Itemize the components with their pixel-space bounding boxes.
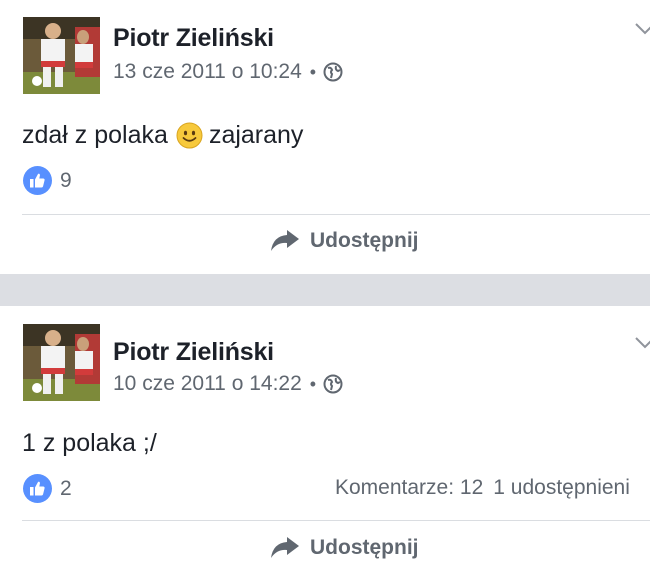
divider	[22, 520, 650, 521]
post-text-start: 1 z polaka ;/	[22, 429, 157, 457]
chevron-down-icon[interactable]	[634, 22, 650, 36]
post-text: 1 z polaka ;/	[22, 429, 157, 458]
reactions-summary[interactable]: 9	[23, 166, 72, 195]
share-button[interactable]: Udostępnij	[270, 229, 419, 253]
avatar[interactable]	[23, 324, 100, 401]
post-card: Piotr Zieliński 13 cze 2011 o 10:24 • zd…	[0, 0, 650, 274]
globe-icon	[323, 374, 343, 394]
share-count-link[interactable]: 1 udostępnieni	[493, 476, 630, 499]
author-name[interactable]: Piotr Zieliński	[113, 338, 274, 367]
feed-separator	[0, 274, 650, 306]
author-name[interactable]: Piotr Zieliński	[113, 24, 274, 53]
divider	[22, 214, 650, 215]
post-meta: 13 cze 2011 o 10:24 •	[113, 60, 343, 84]
post-text-end: zajarany	[208, 121, 304, 149]
share-arrow-icon	[271, 230, 299, 251]
share-arrow-icon	[271, 537, 299, 558]
comment-count-link[interactable]: Komentarze: 12	[335, 476, 483, 499]
reactions-summary[interactable]: 2	[23, 474, 72, 503]
post-timestamp[interactable]: 10 cze 2011 o 14:22	[113, 372, 302, 396]
avatar[interactable]	[23, 17, 100, 94]
share-label: Udostępnij	[310, 229, 419, 252]
post-timestamp[interactable]: 13 cze 2011 o 10:24	[113, 60, 302, 84]
like-icon	[23, 166, 52, 195]
smile-emoji-icon	[176, 122, 203, 149]
share-label: Udostępnij	[310, 536, 419, 559]
like-count: 9	[60, 168, 72, 192]
chevron-down-icon[interactable]	[634, 336, 650, 350]
post-card: Piotr Zieliński 10 cze 2011 o 14:22 • 1 …	[0, 306, 650, 571]
like-icon	[23, 474, 52, 503]
engagement-counts: Komentarze: 12 1 udostępnieni	[335, 476, 630, 500]
post-text-start: zdał z polaka	[22, 121, 168, 149]
meta-separator: •	[309, 61, 317, 82]
like-count: 2	[60, 476, 72, 500]
post-meta: 10 cze 2011 o 14:22 •	[113, 372, 343, 396]
post-text: zdał z polaka zajarany	[22, 121, 303, 150]
share-button[interactable]: Udostępnij	[270, 536, 419, 560]
globe-icon	[323, 62, 343, 82]
meta-separator: •	[309, 373, 317, 394]
